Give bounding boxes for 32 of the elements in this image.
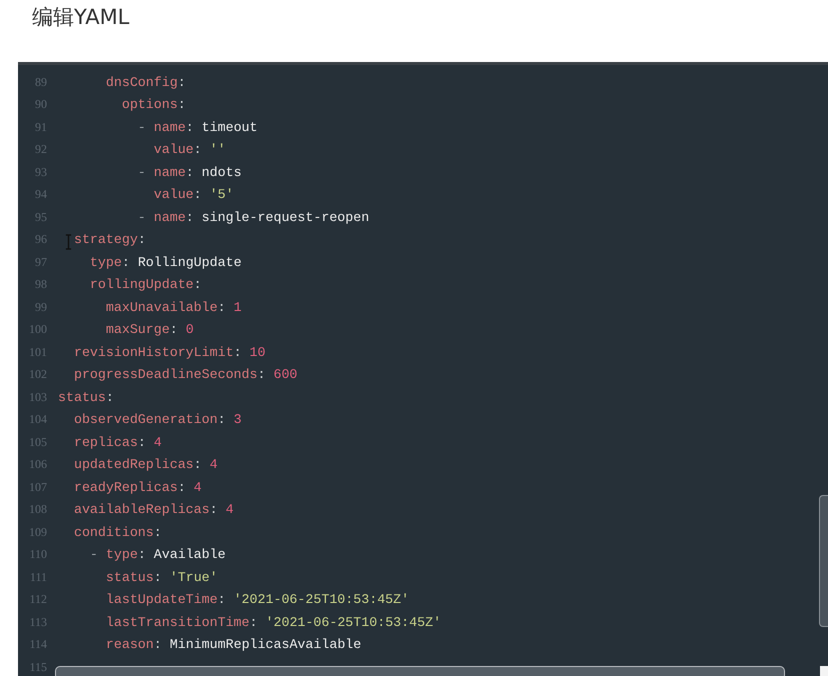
- code-line: type: RollingUpdate: [90, 254, 242, 270]
- code-line: observedGeneration: 3: [74, 412, 242, 428]
- page-title: 编辑YAML: [31, 4, 130, 31]
- code-line: replicas: 4: [74, 434, 162, 450]
- code-line: value: '5': [154, 187, 234, 202]
- code-line: strategy:: [74, 232, 146, 248]
- code-line: updatedReplicas: 4: [74, 457, 218, 472]
- code-line: maxSurge: 0: [106, 322, 194, 338]
- code-line: revisionHistoryLimit: 10: [74, 344, 266, 360]
- code-line: - name: ndots: [138, 164, 242, 180]
- code-line: options:: [122, 97, 186, 112]
- code-line: reason: MinimumReplicasAvailable: [106, 637, 362, 652]
- code-line: readyReplicas: 4: [74, 480, 202, 495]
- code-line: lastTransitionTime: '2021-06-25T10:53:45Z': [106, 614, 442, 630]
- scrollbar-corner: [820, 666, 828, 676]
- code-line: conditions:: [74, 524, 162, 540]
- code-editor[interactable]: [18, 62, 828, 676]
- code-line: progressDeadlineSeconds: 600: [74, 367, 298, 382]
- code-line: status:: [58, 390, 114, 405]
- code-line: - name: single-request-reopen: [138, 210, 370, 225]
- text-cursor-icon: [65, 233, 72, 251]
- horizontal-scrollbar[interactable]: [55, 666, 785, 676]
- code-line: value: '': [154, 142, 226, 158]
- code-line: maxUnavailable: 1: [106, 300, 242, 315]
- code-line: status: 'True': [106, 570, 218, 585]
- code-line: rollingUpdate:: [90, 277, 202, 292]
- code-line: - type: Available: [90, 547, 226, 562]
- code-line: - name: timeout: [138, 120, 258, 135]
- code-line: lastUpdateTime: '2021-06-25T10:53:45Z': [106, 592, 410, 608]
- code-line: dnsConfig:: [106, 74, 186, 90]
- code-line: availableReplicas: 4: [74, 502, 234, 518]
- vertical-scrollbar[interactable]: [819, 495, 828, 627]
